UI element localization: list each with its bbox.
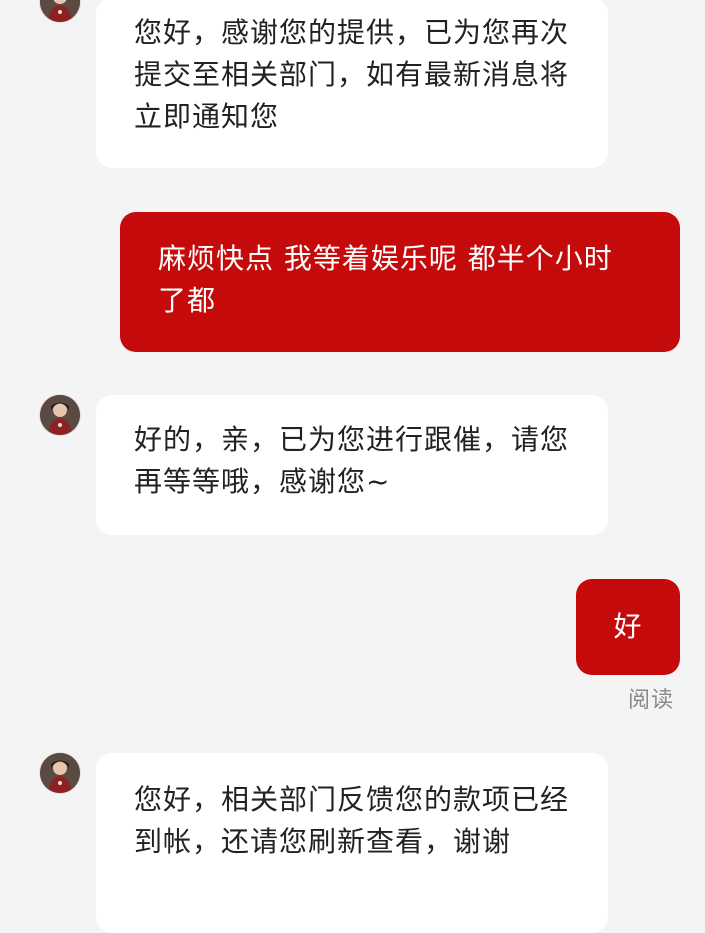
message-text: 麻烦快点 我等着娱乐呢 都半个小时了都 — [158, 242, 613, 317]
agent-avatar-icon[interactable] — [40, 753, 80, 793]
outgoing-message-bubble[interactable]: 麻烦快点 我等着娱乐呢 都半个小时了都 — [120, 212, 680, 352]
message-text: 您好，感谢您的提供，已为您再次提交至相关部门，如有最新消息将立即通知您 — [134, 16, 570, 133]
agent-avatar-icon[interactable] — [40, 395, 80, 435]
incoming-message-bubble[interactable]: 好的，亲，已为您进行跟催，请您再等等哦，感谢您~ — [96, 395, 608, 535]
message-text: 您好，相关部门反馈您的款项已经到帐，还请您刷新查看，谢谢 — [134, 783, 570, 858]
incoming-message-bubble[interactable]: 您好，感谢您的提供，已为您再次提交至相关部门，如有最新消息将立即通知您 — [96, 0, 608, 168]
chat-message-list[interactable]: 您好，感谢您的提供，已为您再次提交至相关部门，如有最新消息将立即通知您 麻烦快点… — [0, 0, 705, 933]
read-status-label: 阅读 — [628, 688, 675, 713]
message-text: 好的，亲，已为您进行跟催，请您再等等哦，感谢您~ — [134, 423, 570, 498]
incoming-message-bubble[interactable]: 您好，相关部门反馈您的款项已经到帐，还请您刷新查看，谢谢 — [96, 753, 608, 933]
outgoing-message-bubble[interactable]: 好 — [576, 579, 680, 675]
agent-avatar-icon[interactable] — [40, 0, 80, 22]
message-text: 好 — [613, 610, 643, 643]
